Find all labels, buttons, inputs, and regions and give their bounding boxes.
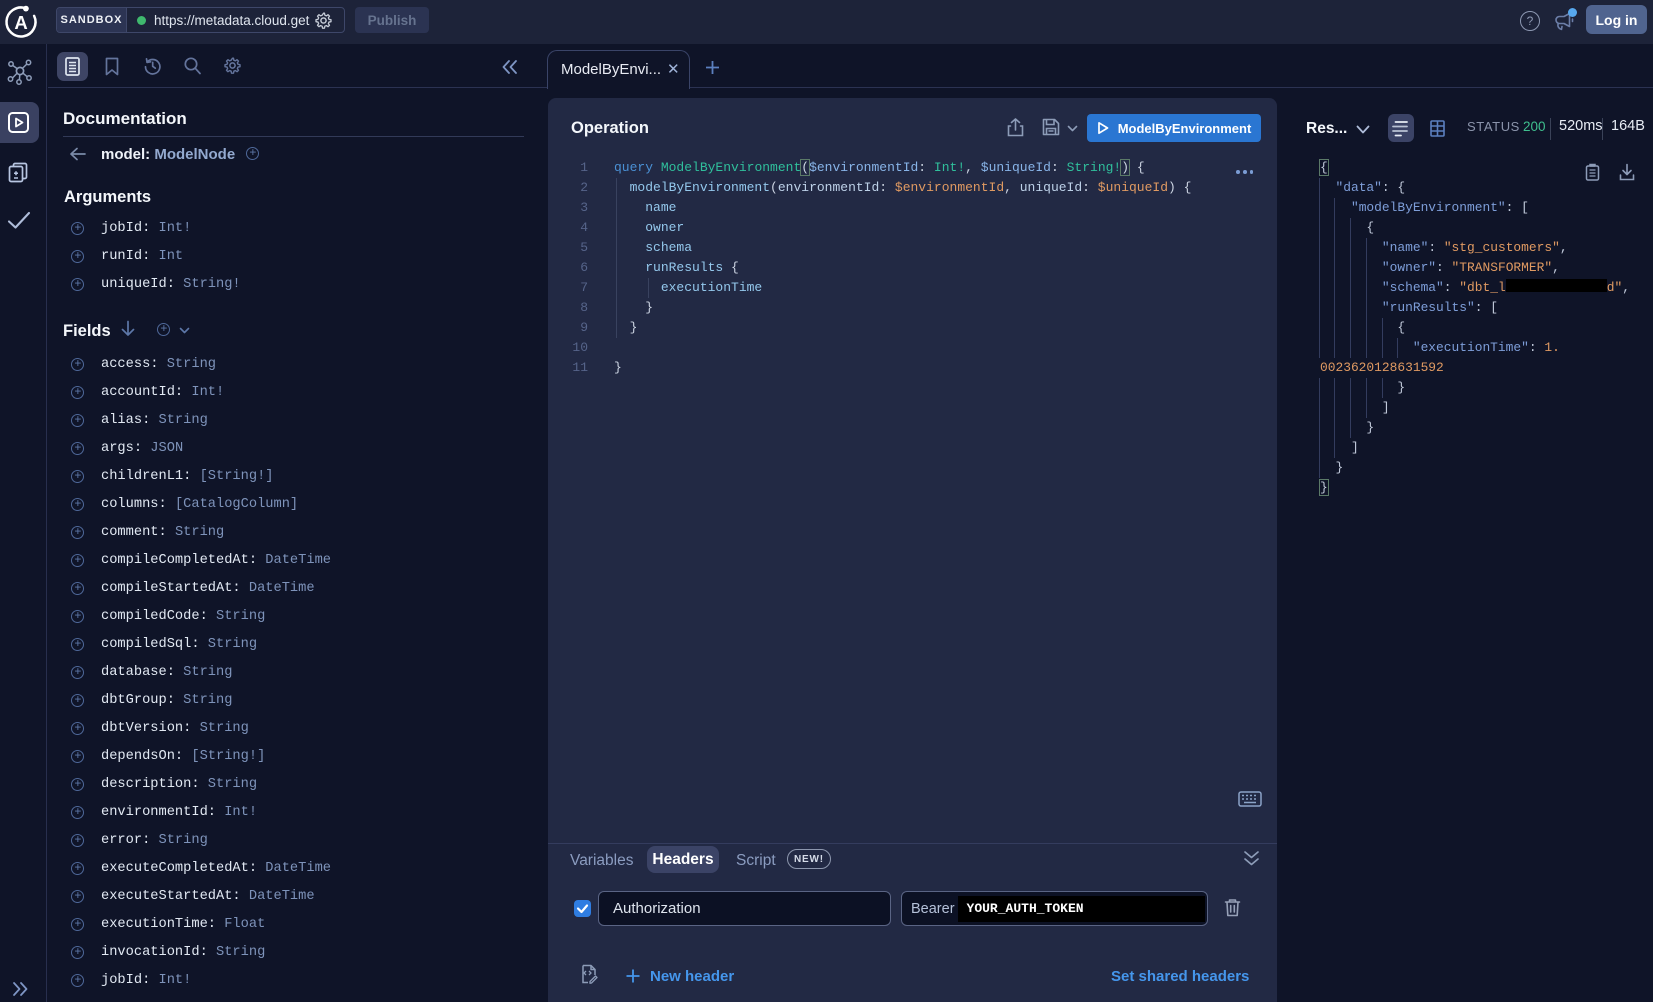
svg-text:A: A: [14, 12, 27, 33]
